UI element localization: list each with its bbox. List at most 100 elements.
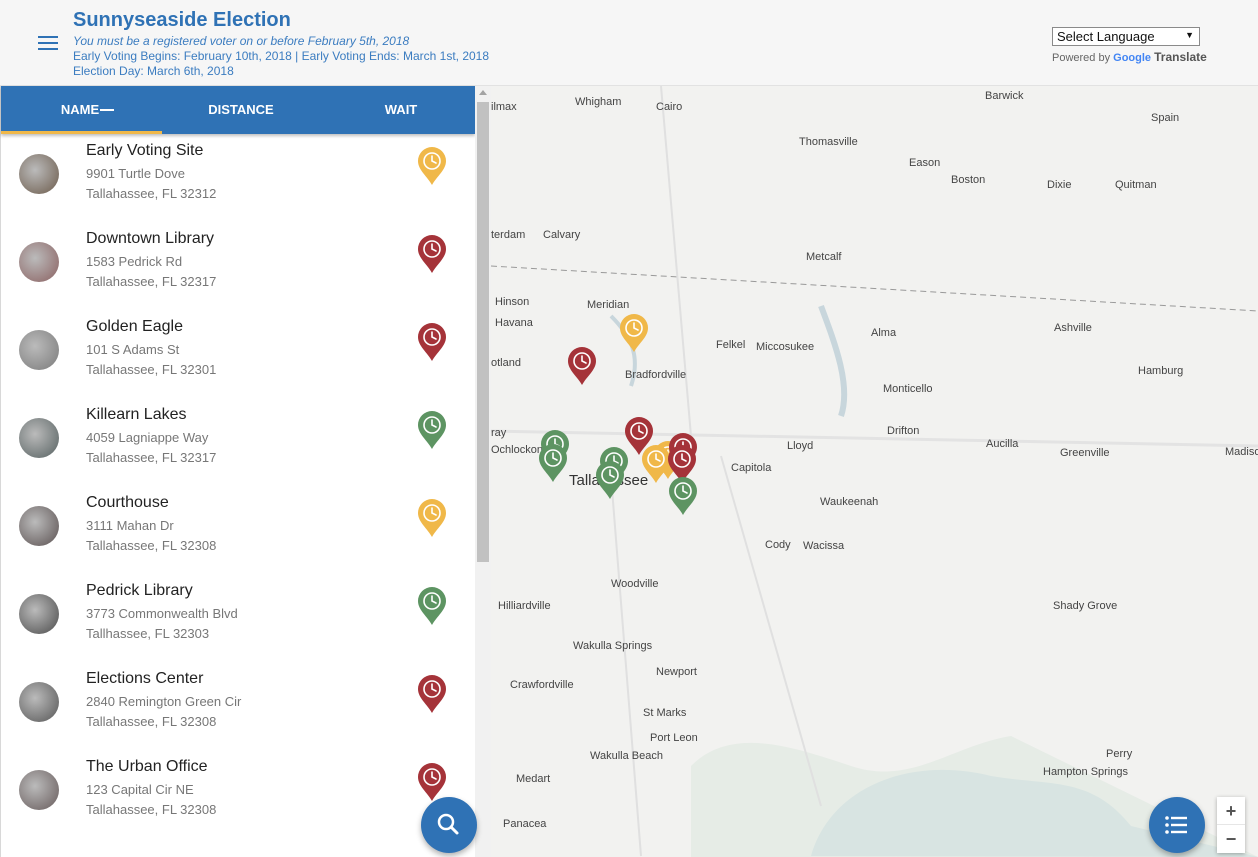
sort-indicator-icon [100,109,114,111]
map-place-label: Meridian [587,299,630,311]
language-select[interactable]: Select Language ▼ [1052,27,1200,46]
location-city: Tallahassee, FL 32308 [86,802,217,817]
map-place-label: Hilliardville [498,600,551,612]
wait-time-clock-icon [417,410,447,450]
app-header: Sunnyseaside Election You must be a regi… [0,0,1258,86]
scrollbar-thumb[interactable] [477,102,489,562]
map-marker-clock-icon[interactable] [538,443,568,483]
tab-wait[interactable]: WAIT [322,86,480,134]
list-icon [1165,816,1187,834]
map-place-label: Metcalf [806,251,842,263]
list-item[interactable]: Killearn Lakes 4059 Lagniappe Way Tallahas… [1,398,475,486]
map-place-label: Boston [951,174,986,186]
location-city: Tallahassee, FL 32308 [86,538,217,553]
map-place-label: Panacea [503,818,547,830]
map-place-label: Medart [516,773,551,785]
wait-time-clock-icon [417,586,447,626]
map-marker-clock-icon[interactable] [668,476,698,516]
page-title: Sunnyseaside Election [73,9,291,31]
location-photo [19,154,59,194]
list-item[interactable]: Downtown Library 1583 Pedrick Rd Tallahass… [1,222,475,310]
location-name: Golden Eagle [86,318,183,335]
zoom-in-button[interactable]: + [1217,797,1245,825]
zoom-out-button[interactable]: − [1217,825,1245,853]
wait-time-clock-icon [417,674,447,714]
map-place-label: Calvary [543,229,581,241]
wait-time-clock-icon [417,146,447,186]
map-place-label: St Marks [643,707,687,719]
list-item[interactable]: Pedrick Library 3773 Commonwealth Blvd Tal… [1,574,475,662]
list-view-button[interactable] [1149,797,1205,853]
location-city: Tallahassee, FL 32308 [86,714,217,729]
map-place-label: Thomasville [799,136,858,148]
location-name: Killearn Lakes [86,406,187,423]
map-place-label: Wacissa [803,540,845,552]
map-place-label: Hinson [495,296,530,308]
map-place-label: Greenville [1060,447,1110,459]
wait-time-clock-icon [417,762,447,802]
sort-tabs: NAME DISTANCE WAIT [1,86,475,134]
powered-by-google-translate: Powered by Google Translate [1052,50,1207,64]
map-place-label: Cody [765,539,791,551]
map-place-label: Monticello [883,383,933,395]
map-marker-clock-icon[interactable] [595,460,625,500]
map-place-label: terdam [491,229,526,241]
map[interactable]: Whigham Cairo Barwick Spain Thomasville Eason… [491,86,1258,857]
location-address: 3773 Commonwealth Blvd [86,606,238,621]
map-place-label: Whigham [575,96,622,108]
list-item[interactable]: The Urban Office 123 Capital Cir NE Tallah… [1,750,475,838]
map-place-label: ray [491,427,507,439]
list-item[interactable]: Elections Center 2840 Remington Green Cir… [1,662,475,750]
tab-name[interactable]: NAME [1,86,159,134]
map-place-label: Miccosukee [756,341,815,353]
map-place-label: Wakulla Springs [573,640,653,652]
list-item[interactable]: Courthouse 3111 Mahan Dr Tallahassee, FL 3… [1,486,475,574]
map-place-label: Newport [656,666,697,678]
map-place-label: Hampton Springs [1043,766,1128,778]
location-address: 1583 Pedrick Rd [86,254,183,269]
map-place-label: Cairo [656,101,683,113]
map-place-label: Bradfordville [625,369,687,381]
list-scrollbar[interactable] [475,86,491,857]
dropdown-caret-icon: ▼ [1185,30,1194,40]
location-address: 101 S Adams St [86,342,180,357]
location-address: 3111 Mahan Dr [86,518,174,533]
location-photo [19,594,59,634]
map-place-label: Capitola [731,462,772,474]
location-city: Tallahassee, FL 32312 [86,186,217,201]
location-address: 2840 Remington Green Cir [86,694,242,709]
map-place-label: Madiso [1225,446,1258,458]
scroll-up-arrow-icon[interactable] [479,90,487,95]
search-button[interactable] [421,797,477,853]
map-place-label: Ochlockon [491,444,543,456]
map-place-label: Woodville [611,578,659,590]
location-address: 123 Capital Cir NE [86,782,194,797]
menu-icon[interactable] [38,36,58,50]
location-photo [19,330,59,370]
tab-distance[interactable]: DISTANCE [162,86,320,134]
map-place-label: Eason [909,157,941,169]
map-place-label: Spain [1151,112,1180,124]
map-place-label: Felkel [716,339,746,351]
wait-time-clock-icon [417,498,447,538]
map-marker-clock-icon[interactable] [567,346,597,386]
location-name: Pedrick Library [86,582,193,599]
location-photo [19,418,59,458]
location-list: Early Voting Site 9901 Turtle Dove Tallaha… [1,134,475,857]
location-address: 4059 Lagniappe Way [86,430,209,445]
location-city: Tallhassee, FL 32303 [86,626,210,641]
location-name: Courthouse [86,494,169,511]
map-place-label: Drifton [887,425,920,437]
wait-time-clock-icon [417,322,447,362]
map-marker-clock-icon[interactable] [619,313,649,353]
location-panel: NAME DISTANCE WAIT Early Voting Site 9901… [0,86,475,857]
location-name: The Urban Office [86,758,208,775]
election-day: Election Day: March 6th, 2018 [73,64,234,78]
list-item[interactable]: Early Voting Site 9901 Turtle Dove Tallaha… [1,134,475,222]
map-place-label: Port Leon [650,732,698,744]
google-logo: Google [1113,52,1152,64]
map-place-label: Barwick [985,90,1024,102]
map-place-label: Waukeenah [820,496,879,508]
location-name: Downtown Library [86,230,215,247]
list-item[interactable]: Golden Eagle 101 S Adams St Tallahassee, F… [1,310,475,398]
